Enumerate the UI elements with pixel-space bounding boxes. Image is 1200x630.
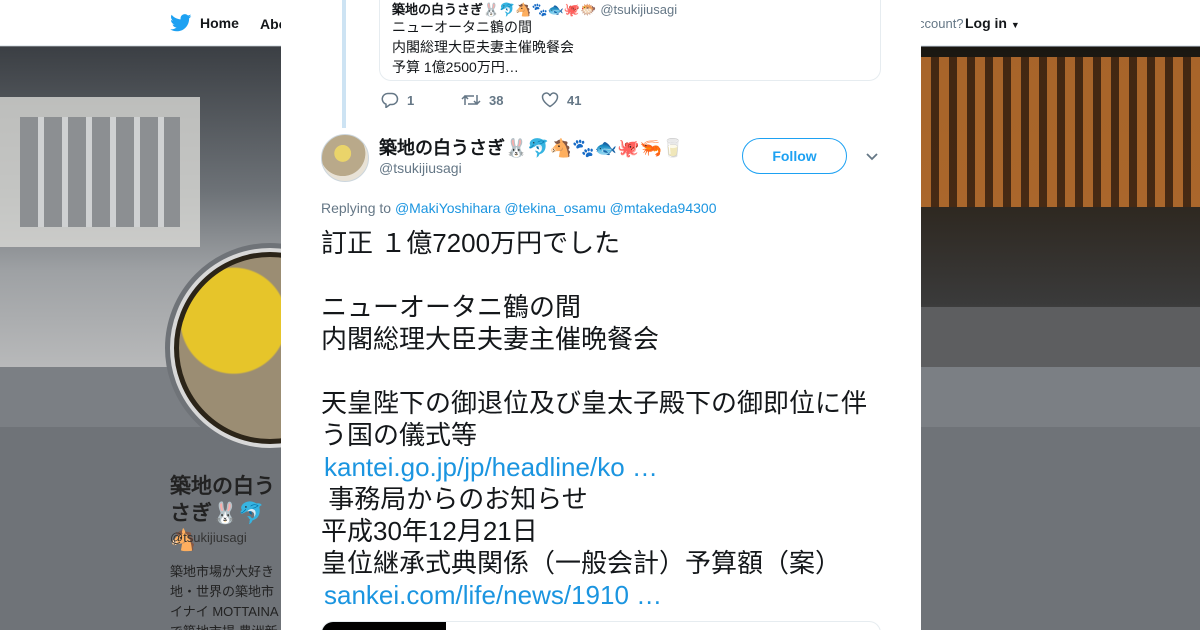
reply-count: 1 [407, 92, 415, 108]
author-handle[interactable]: @tsukijiusagi [379, 160, 462, 176]
mention-link[interactable]: @mtakeda94300 [610, 200, 717, 216]
reply-button[interactable]: 1 [381, 92, 461, 108]
chevron-down-icon: ▼ [1010, 20, 1020, 30]
tweet-link[interactable]: sankei.com/life/news/1910 … [321, 579, 891, 611]
quoted-tweet-card[interactable]: 築地の白うさぎ🐰🐬🐴🐾🐟🐙🐡 @tsukijiusagi ニューオータニ鶴の間 内… [379, 0, 881, 81]
close-icon[interactable] [1154, 12, 1180, 38]
tweet-line: 平成30年12月21日 [321, 516, 538, 546]
quoted-line: 内閣総理大臣夫妻主催晩餐会 [392, 39, 574, 55]
follow-button[interactable]: Follow [742, 138, 847, 174]
quoted-author-name: 築地の白うさぎ🐰🐬🐴🐾🐟🐙🐡 [392, 2, 597, 17]
mention-link[interactable]: @MakiYoshihara [395, 200, 501, 216]
retweet-icon [461, 94, 481, 106]
quoted-author-handle: @tsukijiusagi [600, 2, 678, 17]
tweet-modal: 築地の白うさぎ🐰🐬🐴🐾🐟🐙🐡 @tsukijiusagi ニューオータニ鶴の間 内… [281, 0, 921, 630]
profile-bio: 築地市場が大好き地・世界の築地市イナイ MOTTAINAで築地市場 豊洲新 [170, 564, 279, 630]
tweet-link[interactable]: kantei.go.jp/jp/headline/ko … [321, 451, 891, 483]
reply-icon [381, 92, 399, 108]
thread-line [342, 0, 346, 128]
like-button[interactable]: 41 [541, 92, 621, 108]
login-label: Log in [965, 15, 1007, 31]
nav-home-label: Home [200, 15, 239, 31]
tweet-actions: 1 38 41 [381, 92, 621, 108]
tweet-line: 皇位継承式典関係（一般会計）予算額（案） [321, 548, 842, 578]
retweet-count: 38 [489, 92, 504, 108]
quoted-line: 予算 1億2500万円… [392, 59, 519, 75]
quoted-tweet-header: 築地の白うさぎ🐰🐬🐴🐾🐟🐙🐡 @tsukijiusagi [392, 0, 868, 17]
link-preview-card[interactable] [321, 621, 881, 630]
like-count: 41 [567, 92, 582, 108]
tweet-text: 訂正 １億7200万円でした ニューオータニ鶴の間 内閣総理大臣夫妻主催晩餐会 … [321, 227, 891, 611]
profile-banner-right [921, 47, 1200, 367]
mention-link[interactable]: @tekina_osamu [504, 200, 605, 216]
replying-prefix: Replying to [321, 200, 392, 216]
tweet-line: 訂正 １億7200万円でした [321, 228, 621, 258]
heart-icon [541, 92, 559, 108]
chevron-down-icon[interactable] [864, 148, 880, 164]
quoted-line: ニューオータニ鶴の間 [392, 19, 532, 35]
tweet-line: 内閣総理大臣夫妻主催晩餐会 [321, 324, 660, 354]
replying-to: Replying to @MakiYoshihara @tekina_osamu… [321, 200, 716, 216]
tweet-line: 天皇陛下の御退位及び皇太子殿下の御即位に伴う国の儀式等 [321, 388, 868, 450]
profile-handle: @tsukijiusagi [170, 530, 247, 545]
avatar[interactable] [321, 134, 369, 182]
login-button[interactable]: Log in ▼ [965, 15, 1020, 31]
tweet-line: ニューオータニ鶴の間 [321, 292, 582, 322]
nav-home[interactable]: Home [170, 14, 239, 32]
twitter-bird-icon [170, 14, 192, 32]
author-name[interactable]: 築地の白うさぎ🐰🐬🐴🐾🐟🐙🦐🥛 [379, 134, 684, 160]
link-preview-image [322, 622, 446, 630]
tweet-line: 事務局からのお知らせ [321, 484, 588, 514]
account-prompt: ccount? [918, 16, 964, 31]
retweet-button[interactable]: 38 [461, 92, 541, 108]
